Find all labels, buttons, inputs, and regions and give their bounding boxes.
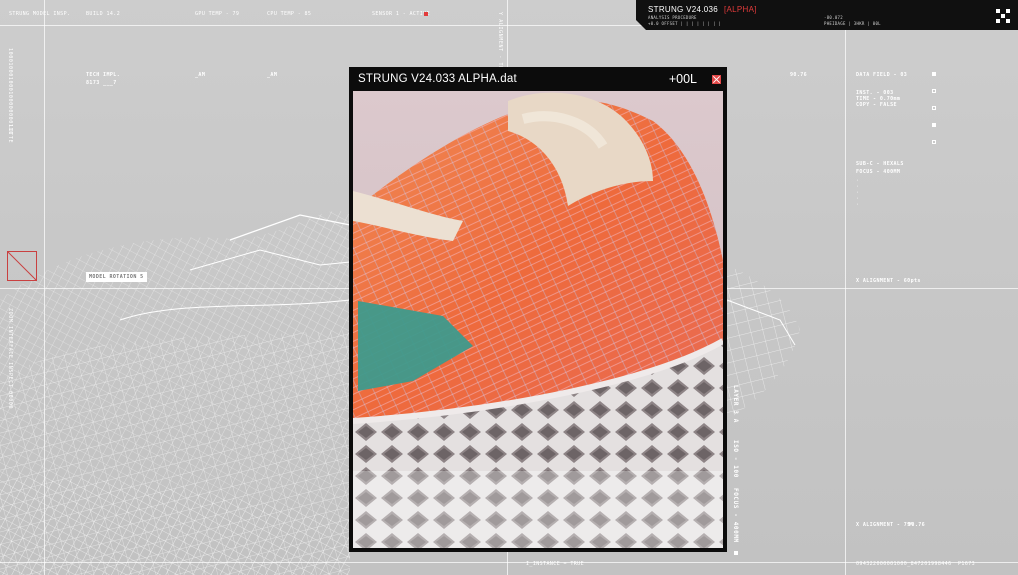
shoe-render [353,91,723,548]
check-square-2[interactable] [932,89,936,93]
right-value: 90.76 [790,72,808,78]
iso-label: ISO - 100 [732,440,739,478]
col-a-label: _AM [195,72,206,78]
hud-line-left [44,0,45,575]
hud-line-right [845,30,846,575]
corner-marker [734,551,738,555]
hud-background: STRUNG MODEL INSP. BUILD 14.2 GPU TEMP -… [0,0,1018,575]
info-line-3: COPY - FALSE [856,102,897,108]
left-vertical-code: 100010001000100000000111 [7,48,13,135]
x-alignment-value: 90.76 [908,522,926,528]
hud-top-label-3: GPU TEMP - 79 [195,11,240,17]
target-box [7,251,37,281]
check-square-1[interactable] [932,72,936,76]
alpha-badge: [ALPHA] [724,5,757,14]
bottom-small: P1673 [958,561,976,567]
dot-column: · · · · · [856,178,860,208]
bottom-code: 094322000001000_847201998446 [856,561,952,567]
hud-top-label-4: CPU TEMP - 85 [267,11,312,17]
tech-label: TECH IMPL. [86,72,121,78]
top-right-line-1: ANALYSIS PROCEDURE [648,15,697,20]
top-right-right-1: -80.072 [824,15,843,20]
data-field-label: DATA FIELD - 03 [856,72,908,78]
shoe-render-viewport [353,91,723,548]
model-rotation-tag: MODEL ROTATION 5 [86,272,147,282]
window-title: STRUNG V24.033 ALPHA.dat [358,73,517,85]
sub-line-2: FOCUS - 400MM [856,169,901,175]
left-vertical-zoom: ZOOM INTERFACE INSPECT_00000 [7,308,13,410]
check-square-5[interactable] [932,140,936,144]
instance-label: I_INSTANCE = TRUE [526,561,584,567]
col-b-label: _AM [267,72,278,78]
sensor-indicator [424,12,428,16]
hud-top-label-5: SENSOR 1 - ACTIVE [372,11,430,17]
x-alignment-top: X ALIGNMENT - 60pts [856,278,921,284]
hud-top-label-2: BUILD 14.2 [86,11,121,17]
layer-label: LAYER 3 A [732,385,739,423]
hud-top-label-1: STRUNG MODEL INSP. [9,11,71,17]
top-right-line-2: +0.0 OFFSET | | | | | | | | [648,21,722,26]
top-right-title: STRUNG V24.036 [ALPHA] [648,5,757,14]
focus-label: FOCUS - 400MM [732,488,739,543]
preview-window[interactable]: STRUNG V24.033 ALPHA.dat +00L [349,67,727,552]
close-icon[interactable] [712,75,721,84]
top-right-right-2: PHEIDAGE | 3HKR | 00L [824,21,881,26]
x-alignment-bottom: X ALIGNMENT - 79% [856,522,914,528]
window-code: +00L [668,72,697,86]
sub-line-1: SUB-C - HEXALS [856,161,904,167]
qr-icon [996,9,1010,23]
check-square-4[interactable] [932,123,936,127]
check-square-3[interactable] [932,106,936,110]
tech-sub: 8173 ___7 [86,80,117,86]
left-vertical-mid: LOTTE [7,125,13,144]
